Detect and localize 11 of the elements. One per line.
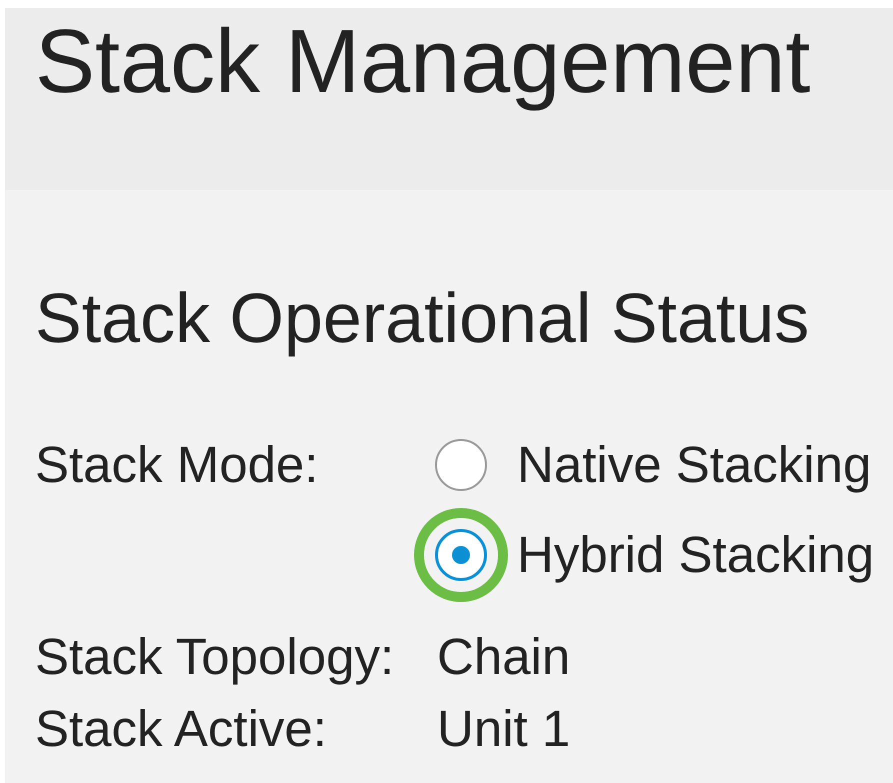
field-label: Stack Active: <box>35 699 328 759</box>
radio-button[interactable] <box>435 439 487 491</box>
field-label: Stack Mode: <box>35 435 320 495</box>
page-title: Stack Management <box>35 12 810 112</box>
section-title: Stack Operational Status <box>35 278 810 358</box>
radio-label[interactable]: Native Stacking <box>517 435 872 495</box>
radio-button[interactable] <box>435 529 487 581</box>
field-value: Unit 1 <box>436 699 572 759</box>
field-label: Stack Topology: <box>35 627 396 687</box>
field-value: Chain <box>436 627 572 687</box>
radio-label[interactable]: Hybrid Stacking <box>517 525 874 585</box>
